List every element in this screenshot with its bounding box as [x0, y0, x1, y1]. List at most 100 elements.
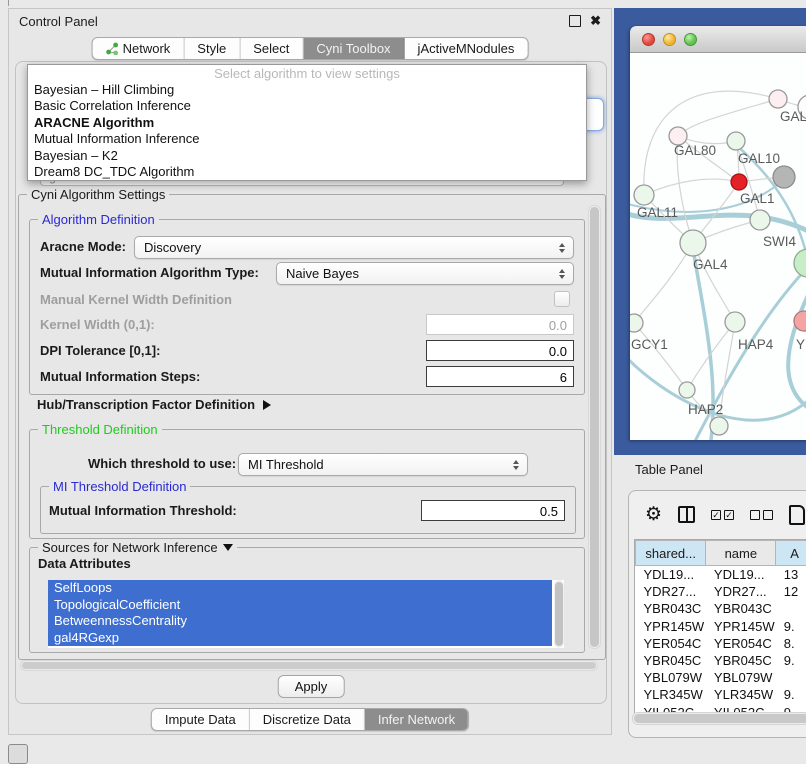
column-header[interactable]: name [706, 541, 776, 566]
bottom-tab-infer-network[interactable]: Infer Network [365, 709, 468, 730]
control-panel-titlebar: Control Panel ✖ [9, 9, 611, 33]
attribute-item[interactable]: TopologicalCoefficient [48, 597, 552, 614]
algorithm-option[interactable]: Mutual Information Inference [28, 131, 586, 147]
cyni-algorithm-settings-group: Cyni Algorithm Settings Algorithm Defini… [18, 194, 606, 660]
table-row[interactable]: YDL19...YDL19...13 [636, 566, 806, 584]
table-cell: YDR27... [706, 583, 776, 600]
table-row[interactable]: YDR27...YDR27...12 [636, 583, 806, 600]
network-canvas[interactable]: GALGAL80GAL10GAL1GAL11SWI4GAL4GCY1HAP4YH… [630, 53, 806, 440]
list-vertical-scrollbar[interactable] [554, 580, 564, 648]
mi-threshold-field[interactable]: 0.5 [421, 500, 565, 521]
network-node[interactable] [727, 132, 745, 150]
network-edge[interactable] [644, 179, 739, 195]
attribute-item[interactable]: SelfLoops [48, 580, 552, 597]
network-edge[interactable] [678, 99, 778, 136]
tab-cyni-toolbox[interactable]: Cyni Toolbox [303, 38, 404, 59]
dpi-tolerance-field[interactable]: 0.0 [426, 340, 574, 361]
mi-type-value: Naive Bayes [277, 266, 554, 281]
network-node[interactable] [750, 210, 770, 230]
which-threshold-label: Which threshold to use: [88, 456, 236, 471]
network-node[interactable] [630, 314, 643, 332]
table-panel-window: ⚙ ✓✓ shared...nameAYDL19...YDL19...13YDR… [628, 490, 806, 738]
table-row[interactable]: YBR045CYBR045C9. [636, 652, 806, 669]
manual-kernel-label: Manual Kernel Width Definition [40, 292, 232, 307]
aracne-mode-label: Aracne Mode: [40, 239, 126, 254]
node-label: GAL1 [740, 191, 775, 206]
settings-horizontal-scrollbar[interactable] [20, 660, 598, 671]
which-threshold-select[interactable]: MI Threshold [238, 453, 528, 476]
table-row[interactable]: YER054CYER054C8. [636, 635, 806, 652]
network-window: GALGAL80GAL10GAL1GAL11SWI4GAL4GCY1HAP4YH… [630, 26, 806, 440]
table-cell: YBR043C [706, 600, 776, 617]
table-cell [776, 600, 806, 617]
algorithm-option[interactable]: Dream8 DC_TDC Algorithm [28, 164, 586, 180]
tab-jactivemnodules[interactable]: jActiveMNodules [405, 38, 528, 59]
close-window-icon[interactable] [642, 33, 655, 46]
collapse-down-icon[interactable] [223, 544, 233, 551]
control-panel: Control Panel ✖ NetworkStyleSelectCyni T… [8, 8, 612, 735]
table-row[interactable]: YLR345WYLR345W9. [636, 686, 806, 703]
network-node[interactable] [634, 185, 654, 205]
column-layout-icon[interactable] [678, 506, 695, 523]
algorithm-option[interactable]: Bayesian – Hill Climbing [28, 82, 586, 98]
float-panel-icon[interactable] [569, 15, 581, 27]
collapsed-panel-icon[interactable] [8, 744, 28, 764]
network-node[interactable] [680, 230, 706, 256]
network-node[interactable] [794, 249, 806, 277]
table-cell: YPR145W [636, 618, 706, 635]
minimize-window-icon[interactable] [663, 33, 676, 46]
gear-icon[interactable]: ⚙ [645, 505, 662, 524]
bottom-tab-discretize-data[interactable]: Discretize Data [250, 709, 365, 730]
network-node[interactable] [769, 90, 787, 108]
table-row[interactable]: YBR043CYBR043C [636, 600, 806, 617]
node-label: GAL11 [637, 205, 678, 220]
table-row[interactable]: YPR145WYPR145W9. [636, 618, 806, 635]
apply-button[interactable]: Apply [278, 675, 345, 698]
node-label: HAP2 [688, 402, 723, 417]
select-all-columns-icon[interactable]: ✓✓ [711, 510, 734, 520]
hub-definition-label: Hub/Transcription Factor Definition [37, 397, 255, 412]
zoom-window-icon[interactable] [684, 33, 697, 46]
algorithm-option[interactable]: ARACNE Algorithm [28, 115, 586, 131]
attribute-item[interactable]: BetweennessCentrality [48, 613, 552, 630]
column-header[interactable]: shared... [636, 541, 706, 566]
column-header[interactable]: A [776, 541, 806, 566]
network-node[interactable] [773, 166, 795, 188]
tab-select[interactable]: Select [240, 38, 303, 59]
stepper-icon [554, 243, 570, 253]
manual-kernel-checkbox[interactable] [554, 291, 570, 307]
settings-vertical-scrollbar[interactable] [588, 205, 601, 649]
algorithm-option[interactable]: Bayesian – K2 [28, 148, 586, 164]
network-node[interactable] [731, 174, 747, 190]
mi-steps-label: Mutual Information Steps: [40, 369, 200, 384]
deselect-all-columns-icon[interactable] [750, 510, 773, 520]
table-cell: 9. [776, 618, 806, 635]
network-edge[interactable] [634, 243, 693, 323]
sources-legend: Sources for Network Inference [38, 540, 237, 555]
table-cell: 8. [776, 635, 806, 652]
table-cell: YBR045C [636, 652, 706, 669]
mi-type-label: Mutual Information Algorithm Type: [40, 265, 259, 280]
new-column-icon[interactable] [789, 505, 805, 525]
network-edge[interactable] [788, 291, 806, 413]
data-attributes-list[interactable]: SelfLoopsTopologicalCoefficientBetweenne… [48, 580, 564, 648]
network-node[interactable] [725, 312, 745, 332]
network-node[interactable] [679, 382, 695, 398]
bottom-tab-impute-data[interactable]: Impute Data [152, 709, 250, 730]
close-panel-icon[interactable]: ✖ [590, 16, 601, 26]
table-horizontal-scrollbar[interactable] [632, 712, 806, 725]
hub-definition-expander[interactable]: Hub/Transcription Factor Definition [37, 397, 271, 412]
algorithm-option[interactable]: Basic Correlation Inference [28, 98, 586, 114]
tab-network[interactable]: Network [93, 38, 185, 59]
mi-steps-field[interactable]: 6 [426, 366, 574, 387]
network-node[interactable] [710, 417, 728, 435]
mi-type-select[interactable]: Naive Bayes [276, 262, 574, 285]
network-edge[interactable] [634, 323, 687, 390]
app-root: Control Panel ✖ NetworkStyleSelectCyni T… [0, 0, 806, 762]
table-row[interactable]: YBL079WYBL079W [636, 669, 806, 686]
tab-style[interactable]: Style [184, 38, 240, 59]
kernel-width-label: Kernel Width (0,1): [40, 317, 155, 332]
attribute-item[interactable]: gal4RGexp [48, 630, 552, 647]
aracne-mode-select[interactable]: Discovery [134, 236, 574, 259]
algorithm-definition-legend: Algorithm Definition [38, 212, 159, 227]
